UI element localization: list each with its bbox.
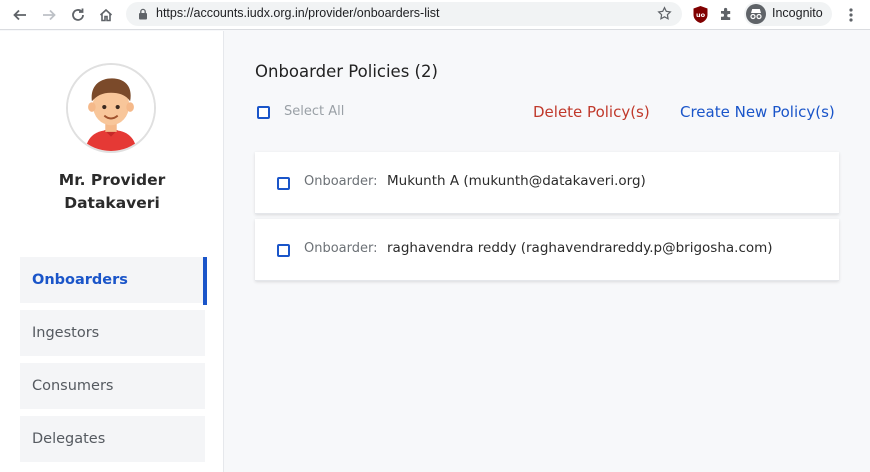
incognito-label: Incognito — [772, 6, 823, 20]
sidebar-item-ingestors[interactable]: Ingestors — [20, 310, 205, 356]
select-all-label: Select All — [284, 104, 345, 119]
forward-arrow-icon — [43, 9, 56, 21]
profile-name: Mr. Provider Datakaveri — [0, 169, 224, 215]
sidebar-item-consumers[interactable]: Consumers — [20, 363, 205, 409]
policy-card: Onboarder: Mukunth A (mukunth@datakaveri… — [255, 152, 839, 214]
profile-name-line1: Mr. Provider — [58, 171, 166, 189]
policy-label: Onboarder: — [304, 241, 378, 256]
back-arrow-icon — [13, 9, 26, 21]
policy-checkbox[interactable] — [277, 244, 290, 257]
lock-icon — [139, 8, 147, 20]
delete-policy-button[interactable]: Delete Policy(s) — [533, 103, 650, 121]
page-title: Onboarder Policies (2) — [255, 62, 438, 81]
main-content: Onboarder Policies (2) Select All Delete… — [225, 31, 870, 472]
address-bar[interactable]: https://accounts.iudx.org.in/provider/on… — [126, 2, 682, 26]
ublock-icon[interactable]: uo — [692, 5, 709, 24]
avatar — [66, 63, 156, 153]
url-text: https://accounts.iudx.org.in/provider/on… — [156, 6, 440, 20]
sidebar-item-onboarders[interactable]: Onboarders — [20, 257, 207, 305]
policy-value: Mukunth A (mukunth@datakaveri.org) — [387, 173, 646, 189]
sidebar: Mr. Provider Datakaveri Onboarders Inges… — [0, 31, 224, 472]
incognito-chip[interactable]: Incognito — [744, 2, 832, 26]
policy-checkbox[interactable] — [277, 177, 290, 190]
profile-name-line2: Datakaveri — [64, 194, 160, 212]
sidebar-item-delegates[interactable]: Delegates — [20, 416, 205, 462]
select-all-checkbox[interactable] — [257, 106, 270, 119]
reload-button[interactable] — [66, 3, 90, 27]
browser-toolbar: https://accounts.iudx.org.in/provider/on… — [0, 0, 870, 30]
star-icon[interactable] — [657, 6, 672, 21]
policy-card: Onboarder: raghavendra reddy (raghavendr… — [255, 219, 839, 281]
policy-label: Onboarder: — [304, 174, 378, 189]
home-button[interactable] — [94, 3, 118, 27]
forward-button[interactable] — [37, 3, 61, 27]
svg-text:uo: uo — [696, 11, 706, 19]
home-icon — [99, 8, 113, 22]
puzzle-icon[interactable] — [718, 6, 735, 23]
reload-icon — [72, 8, 84, 21]
incognito-icon — [746, 4, 766, 24]
back-button[interactable] — [8, 3, 32, 27]
policy-value: raghavendra reddy (raghavendrareddy.p@br… — [387, 240, 773, 256]
more-vert-icon[interactable] — [844, 5, 858, 25]
create-policy-button[interactable]: Create New Policy(s) — [680, 103, 835, 121]
